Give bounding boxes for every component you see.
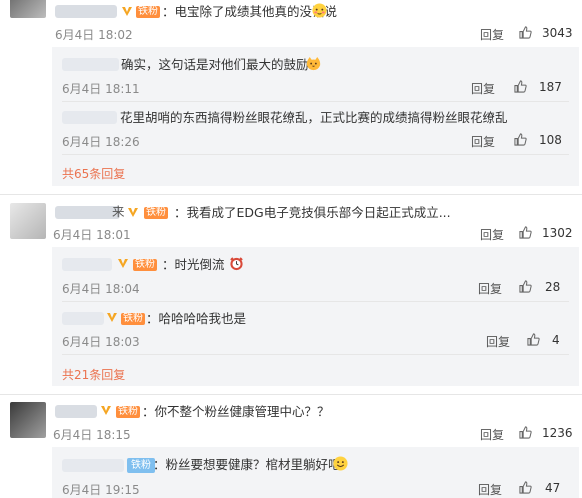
like-count: 108 [539,133,562,147]
thumbs-up-icon[interactable] [519,26,532,39]
reply-time: 6月4日 18:26 [62,135,140,149]
username-redacted[interactable] [55,5,117,18]
reply-username-redacted[interactable] [62,459,124,472]
thumbs-up-icon[interactable] [527,333,540,346]
thumbs-up-icon[interactable] [519,426,532,439]
fan-badge: 铁粉 [116,406,140,418]
divider [62,354,569,355]
avatar[interactable] [10,203,46,239]
divider [62,154,569,155]
thumbs-up-icon[interactable] [519,226,532,239]
reply-button[interactable]: 回复 [480,26,504,43]
reply-button[interactable]: 回复 [478,280,502,297]
divider [62,301,569,302]
comment-text: ：我看成了EDG电子竞技俱乐部今日起正式成立... [174,205,451,220]
comment-divider [0,194,582,195]
avatar[interactable] [10,402,46,438]
vip-icon [101,406,111,415]
reply-username-redacted[interactable] [62,312,104,325]
like-count: 1236 [542,426,573,440]
reply-button[interactable]: 回复 [486,333,510,350]
comment-time: 6月4日 18:01 [53,228,131,242]
like-count: 4 [552,333,560,347]
reply-text: ：粉丝要想要健康？棺材里躺好吧 [153,457,341,472]
reply-time: 6月4日 19:15 [62,483,140,497]
comment-time: 6月4日 18:15 [53,428,131,442]
like-count: 1302 [542,226,573,240]
fan-badge: 铁粉 [144,207,168,219]
reply-text: 花里胡哨的东西搞得粉丝眼花缭乱，正式比赛的成绩搞得粉丝眼花缭乱 [120,110,508,125]
reply-text: ：时光倒流 [162,257,225,272]
comment-text: ：你不整个粉丝健康管理中心？？ [142,404,330,419]
reply-text: 确实，这句话是对他们最大的鼓励 [121,57,309,72]
comment-text: ：电宝除了成绩其他真的没话说 [162,4,338,19]
reply-button[interactable]: 回复 [471,133,495,150]
like-count: 187 [539,80,562,94]
vip-icon [107,313,117,322]
more-replies-link[interactable]: 共65条回复 [62,165,125,182]
fan-badge: 铁粉 [121,313,145,325]
reply-time: 6月4日 18:11 [62,82,140,96]
fan-badge: 铁粉 [127,458,155,473]
thumbs-up-icon[interactable] [519,280,532,293]
smile-face-icon [333,456,348,471]
divider [62,101,569,102]
vip-icon [128,208,138,217]
like-count: 47 [545,481,561,495]
thumbs-up-icon[interactable] [519,481,532,494]
reply-button[interactable]: 回复 [480,426,504,443]
blush-face-icon [312,3,327,18]
cat-face-icon [306,56,321,71]
reply-text: ：哈哈哈哈我也是 [146,311,247,326]
fan-badge: 铁粉 [136,6,160,18]
reply-time: 6月4日 18:04 [62,282,140,296]
username-redacted[interactable] [55,206,120,219]
like-count: 28 [545,280,561,294]
comment-divider [0,394,582,395]
like-count: 3043 [542,26,573,40]
fan-badge: 铁粉 [133,259,157,271]
vip-icon [118,259,128,268]
reply-username-redacted[interactable] [62,111,117,124]
reply-username-redacted[interactable] [62,258,112,271]
reply-button[interactable]: 回复 [480,226,504,243]
vip-icon [122,7,132,16]
username-redacted[interactable] [55,405,97,418]
clock-icon [230,257,243,271]
thumbs-up-icon[interactable] [514,133,527,146]
avatar[interactable] [10,0,46,18]
comment-time: 6月4日 18:02 [55,28,133,42]
thumbs-up-icon[interactable] [514,80,527,93]
reply-button[interactable]: 回复 [478,481,502,498]
username-fragment: 来 [112,204,125,219]
reply-time: 6月4日 18:03 [62,335,140,349]
reply-button[interactable]: 回复 [471,80,495,97]
reply-username-redacted[interactable] [62,58,119,71]
more-replies-link[interactable]: 共21条回复 [62,366,125,383]
